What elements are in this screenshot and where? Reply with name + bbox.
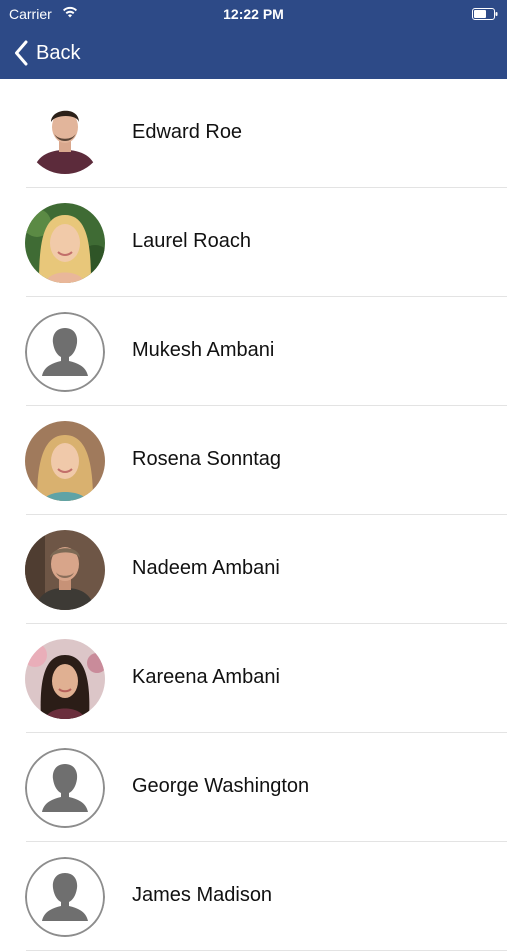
chevron-left-icon (14, 40, 28, 66)
back-button-label: Back (36, 41, 81, 64)
contact-row[interactable]: Nadeem Ambani (0, 515, 507, 624)
contact-row[interactable]: Mukesh Ambani (0, 297, 507, 406)
avatar (25, 530, 105, 610)
avatar-placeholder-icon (25, 312, 105, 392)
contact-list: Edward Roe Laurel Roach Mukesh Ambani Ro… (0, 79, 507, 951)
contact-name: Mukesh Ambani (132, 339, 275, 361)
contact-name: Edward Roe (132, 121, 243, 143)
back-button[interactable]: Back (14, 38, 80, 68)
avatar (25, 639, 105, 719)
contact-name: Rosena Sonntag (132, 448, 282, 470)
avatar-placeholder-icon (25, 748, 105, 828)
contact-row[interactable]: George Washington (0, 733, 507, 842)
navigation-bar: Carrier 12:22 PM Back (0, 0, 507, 79)
status-bar: Carrier 12:22 PM (0, 0, 507, 28)
contact-name: Laurel Roach (132, 230, 251, 252)
contact-name: George Washington (132, 775, 310, 797)
contact-name: James Madison (132, 884, 273, 906)
clock: 12:22 PM (223, 6, 284, 22)
avatar (25, 203, 105, 283)
contact-row[interactable]: James Madison (0, 842, 507, 951)
battery-icon (472, 7, 498, 20)
avatar-placeholder-icon (25, 857, 105, 937)
contact-row[interactable]: Kareena Ambani (0, 624, 507, 733)
contact-name: Kareena Ambani (132, 666, 280, 688)
avatar (25, 421, 105, 501)
contact-row[interactable]: Edward Roe (0, 79, 507, 188)
contact-name: Nadeem Ambani (132, 557, 280, 579)
contact-row[interactable]: Laurel Roach (0, 188, 507, 297)
contact-row[interactable]: Rosena Sonntag (0, 406, 507, 515)
avatar (25, 94, 105, 174)
